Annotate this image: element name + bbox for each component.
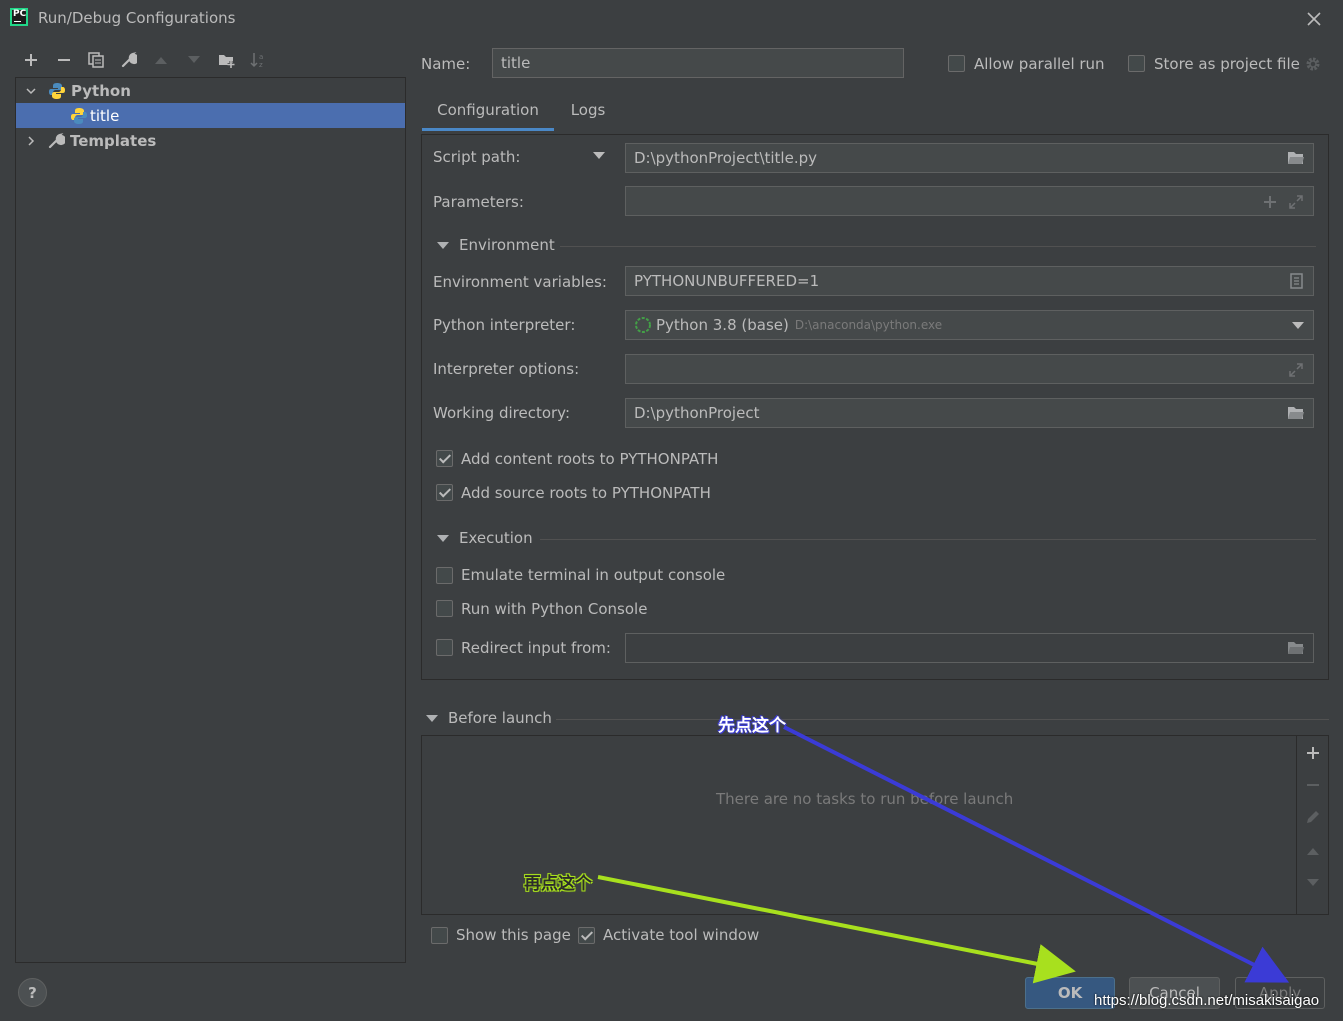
environment-divider [560, 246, 1316, 247]
before-launch-actions [1296, 736, 1328, 914]
working-dir-field[interactable]: D:\pythonProject [625, 398, 1314, 428]
arrow-down-icon[interactable] [1305, 875, 1321, 891]
expand-icon [1289, 195, 1303, 209]
folder-open-icon [1288, 152, 1304, 164]
tree-item-python[interactable]: Python [16, 78, 405, 103]
add-source-roots-label: Add source roots to PYTHONPATH [461, 484, 711, 502]
run-python-console-label: Run with Python Console [461, 600, 648, 618]
working-dir-label: Working directory: [433, 404, 571, 422]
tab-logs[interactable]: Logs [562, 96, 614, 131]
tree-item-templates[interactable]: Templates [16, 128, 405, 153]
arrow-down-icon[interactable] [182, 48, 206, 72]
interpreter-label: Python interpreter: [433, 316, 576, 334]
execution-section-toggle[interactable]: Execution [437, 529, 533, 547]
interp-options-field[interactable] [625, 354, 1314, 384]
activate-tool-label: Activate tool window [603, 926, 760, 944]
redirect-input-field[interactable] [625, 633, 1314, 663]
execution-divider [540, 539, 1316, 540]
folder-open-icon [1288, 407, 1304, 419]
wrench-icon [48, 133, 65, 149]
window-title: Run/Debug Configurations [38, 9, 236, 27]
annotation-second-click: 再点这个 [524, 874, 592, 894]
execution-section-title: Execution [459, 529, 533, 547]
arrow-up-icon[interactable] [1305, 843, 1321, 859]
python-icon [49, 82, 65, 99]
tree-item-title[interactable]: title [16, 103, 405, 128]
name-input[interactable] [492, 48, 904, 78]
expand-icon [1289, 363, 1303, 377]
env-vars-field[interactable]: PYTHONUNBUFFERED=1 [625, 266, 1314, 296]
watermark: https://blog.csdn.net/misakisaigao [1094, 992, 1320, 1009]
minus-icon[interactable] [52, 48, 76, 72]
document-icon [1290, 273, 1303, 289]
working-dir-value: D:\pythonProject [634, 404, 760, 422]
activate-tool-checkbox[interactable] [578, 927, 595, 944]
arrow-up-icon[interactable] [149, 48, 173, 72]
folder-open-icon [1288, 642, 1304, 654]
script-path-dropdown-icon[interactable] [591, 148, 607, 164]
emulate-terminal-checkbox[interactable] [436, 567, 453, 584]
interp-options-label: Interpreter options: [433, 360, 580, 378]
conda-interpreter-icon [635, 317, 651, 333]
tab-configuration[interactable]: Configuration [422, 96, 554, 131]
plus-icon[interactable] [19, 48, 43, 72]
config-tree-panel: Python title Templates [15, 77, 406, 963]
run-python-console-checkbox[interactable] [436, 600, 453, 617]
plus-icon [1264, 196, 1276, 208]
plus-icon[interactable] [1305, 745, 1321, 761]
before-launch-empty-text: There are no tasks to run before launch [716, 790, 1014, 808]
triangle-down-icon [437, 534, 449, 542]
tree-label-python: Python [71, 81, 131, 100]
emulate-terminal-label: Emulate terminal in output console [461, 566, 726, 584]
close-icon[interactable] [1302, 7, 1326, 31]
before-launch-divider [556, 719, 1329, 720]
minus-icon[interactable] [1305, 777, 1321, 793]
interpreter-select[interactable]: Python 3.8 (base) D:\anaconda\python.exe [625, 310, 1314, 340]
tree-label-title: title [90, 106, 120, 125]
script-path-field[interactable]: D:\pythonProject\title.py [625, 143, 1314, 173]
before-launch-title: Before launch [448, 709, 552, 727]
help-button[interactable]: ? [18, 978, 47, 1007]
environment-section-toggle[interactable]: Environment [437, 236, 555, 254]
allow-parallel-label: Allow parallel run [974, 55, 1105, 73]
before-launch-toggle[interactable]: Before launch [426, 709, 552, 727]
wrench-icon[interactable] [117, 48, 141, 72]
triangle-down-icon [437, 241, 449, 249]
chevron-down-icon [1292, 322, 1304, 329]
redirect-input-label: Redirect input from: [461, 639, 611, 657]
pycharm-logo-icon: PC [10, 8, 28, 26]
show-page-checkbox[interactable] [431, 927, 448, 944]
sort-icon[interactable]: az [247, 48, 271, 72]
redirect-input-checkbox[interactable] [436, 639, 453, 656]
chevron-down-icon [26, 87, 36, 94]
python-file-icon [71, 107, 87, 124]
gear-icon[interactable] [1304, 55, 1322, 73]
parameters-field[interactable] [625, 186, 1314, 216]
add-content-roots-checkbox[interactable] [436, 450, 453, 467]
folder-add-icon[interactable] [215, 48, 239, 72]
chevron-right-icon [28, 135, 35, 146]
store-as-project-checkbox[interactable] [1128, 55, 1145, 72]
svg-text:a: a [259, 53, 263, 61]
interpreter-name: Python 3.8 (base) [656, 316, 789, 334]
allow-parallel-checkbox[interactable] [948, 55, 965, 72]
script-path-label: Script path: [433, 148, 521, 166]
copy-icon[interactable] [84, 48, 108, 72]
interpreter-path: D:\anaconda\python.exe [794, 318, 943, 332]
script-path-value: D:\pythonProject\title.py [634, 149, 817, 167]
pencil-icon[interactable] [1305, 809, 1321, 825]
add-content-roots-label: Add content roots to PYTHONPATH [461, 450, 719, 468]
store-as-project-label: Store as project file [1154, 55, 1300, 73]
environment-section-title: Environment [459, 236, 555, 254]
env-vars-label: Environment variables: [433, 273, 607, 291]
add-source-roots-checkbox[interactable] [436, 484, 453, 501]
show-page-label: Show this page [456, 926, 571, 944]
env-vars-value: PYTHONUNBUFFERED=1 [634, 272, 820, 290]
name-label: Name: [421, 55, 471, 73]
triangle-down-icon [426, 714, 438, 722]
parameters-label: Parameters: [433, 193, 524, 211]
annotation-first-click: 先点这个 [718, 716, 786, 736]
tree-label-templates: Templates [70, 131, 157, 150]
svg-text:z: z [259, 61, 263, 69]
